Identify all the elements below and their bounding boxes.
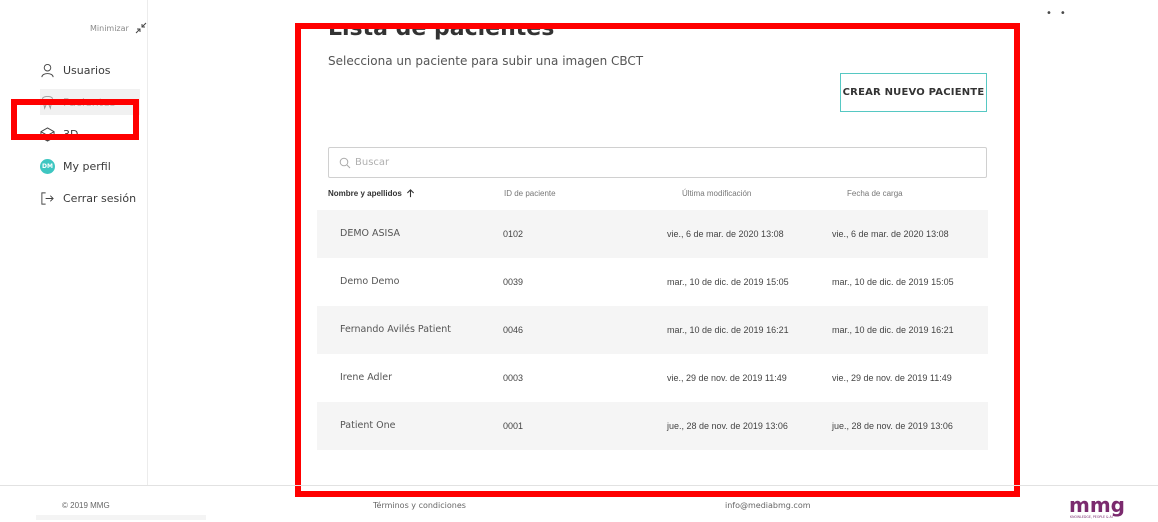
mmg-logo: mmg KNOWLEDGE, PEOPLE & AI [1069,493,1141,522]
minimize-label: Minimizar [90,23,129,33]
sidebar-item-label: My perfil [63,159,111,173]
sidebar-item-label: Usuarios [63,63,111,77]
footer-divider [0,485,1158,486]
logo-text: mmg [1069,496,1125,517]
footer-email-link[interactable]: info@mediabmg.com [725,501,811,510]
logout-icon [41,191,54,205]
sidebar-item-usuarios[interactable]: Usuarios [40,57,140,83]
footer-copyright: © 2019 MMG [62,501,110,510]
footer-terms-link[interactable]: Términos y condiciones [373,501,466,510]
minimize-button[interactable]: Minimizar [90,22,147,34]
mmg-logo-mark: mmg KNOWLEDGE, PEOPLE & AI [1069,493,1125,519]
sidebar-item-cerrar-sesion[interactable]: Cerrar sesión [40,185,148,211]
footer-blurred-text [36,515,206,520]
sidebar-item-label: Cerrar sesión [63,191,137,205]
sidebar-item-my-perfil[interactable]: DM My perfil [40,153,140,179]
avatar: DM [40,158,55,174]
sidebar: Minimizar Usuarios Pacientes 3D DM My pe… [0,0,148,485]
logo-tagline: KNOWLEDGE, PEOPLE & AI [1070,515,1113,519]
highlight-box-sidebar [11,99,139,140]
top-right-dots: •• [1046,8,1074,19]
user-icon [41,63,54,77]
highlight-box-main [295,23,1020,497]
collapse-arrows-icon [135,22,147,34]
